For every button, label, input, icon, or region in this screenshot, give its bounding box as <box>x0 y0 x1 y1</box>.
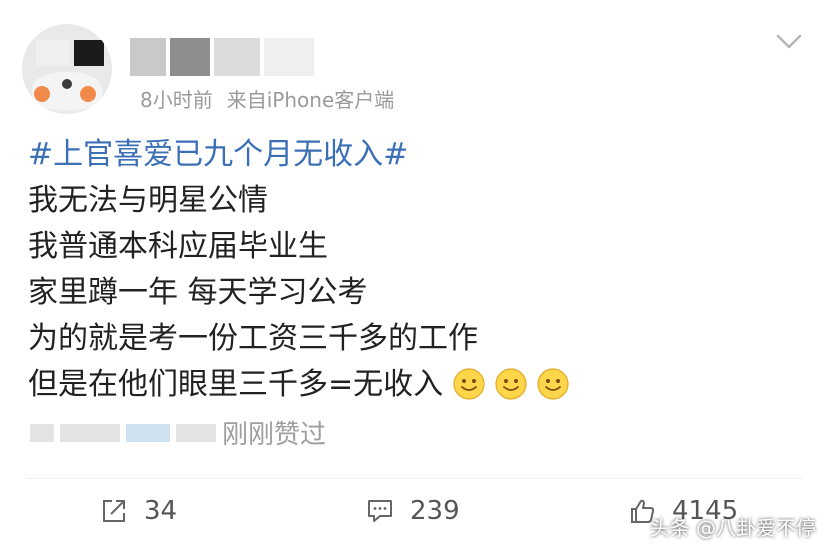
post-text-line: 家里蹲一年 每天学习公考 <box>28 275 368 310</box>
comment-count: 239 <box>410 496 460 526</box>
redaction-block <box>130 38 166 76</box>
avatar-cheek <box>80 86 96 102</box>
post-text-line-last: 但是在他们眼里三千多=无收入 <box>28 362 808 408</box>
weibo-post-card: 8小时前 来自iPhone客户端 #上官喜爱已九个月无收入# 我无法与明星公情 我… <box>0 0 828 553</box>
post-text-line: 我普通本科应届毕业生 <box>28 229 328 264</box>
topic-hashtag-link[interactable]: #上官喜爱已九个月无收入# <box>28 132 808 178</box>
redaction-block <box>176 423 216 442</box>
divider <box>26 478 802 479</box>
watermark: 头条 @八卦爱不停 <box>649 516 816 540</box>
post-content: #上官喜爱已九个月无收入# 我无法与明星公情 我普通本科应届毕业生 家里蹲一年 … <box>28 132 808 408</box>
post-text-line: 我无法与明星公情 <box>28 183 268 218</box>
post-source: 来自iPhone客户端 <box>226 88 395 112</box>
share-icon <box>103 500 125 522</box>
avatar-blur <box>74 40 104 66</box>
smiley-icon <box>453 368 485 400</box>
liked-by-text: 刚刚赞过 <box>222 420 327 450</box>
smiley-icon <box>495 368 527 400</box>
redaction-block <box>170 38 210 76</box>
comment-button[interactable]: 239 <box>366 496 460 526</box>
redaction-block <box>60 423 120 442</box>
avatar-blur <box>36 40 70 66</box>
smiley-icon <box>537 368 569 400</box>
username-redacted[interactable] <box>130 36 330 78</box>
liked-by-row[interactable]: 刚刚赞过 <box>30 414 326 451</box>
avatar-cheek <box>34 86 50 102</box>
repost-button[interactable]: 34 <box>100 496 177 526</box>
redaction-block <box>214 38 260 76</box>
comment-icon <box>368 500 392 522</box>
redaction-block <box>264 38 314 76</box>
repost-count: 34 <box>144 496 178 526</box>
avatar[interactable] <box>22 24 112 114</box>
post-meta: 8小时前 来自iPhone客户端 <box>140 84 394 113</box>
redaction-block <box>30 423 54 442</box>
post-time: 8小时前 <box>140 88 213 112</box>
post-text-line: 为的就是考一份工资三千多的工作 <box>28 321 478 356</box>
post-text: 但是在他们眼里三千多=无收入 <box>28 367 444 402</box>
avatar-eye <box>62 79 72 89</box>
chevron-down-icon[interactable] <box>774 30 804 54</box>
redaction-block <box>126 423 170 442</box>
